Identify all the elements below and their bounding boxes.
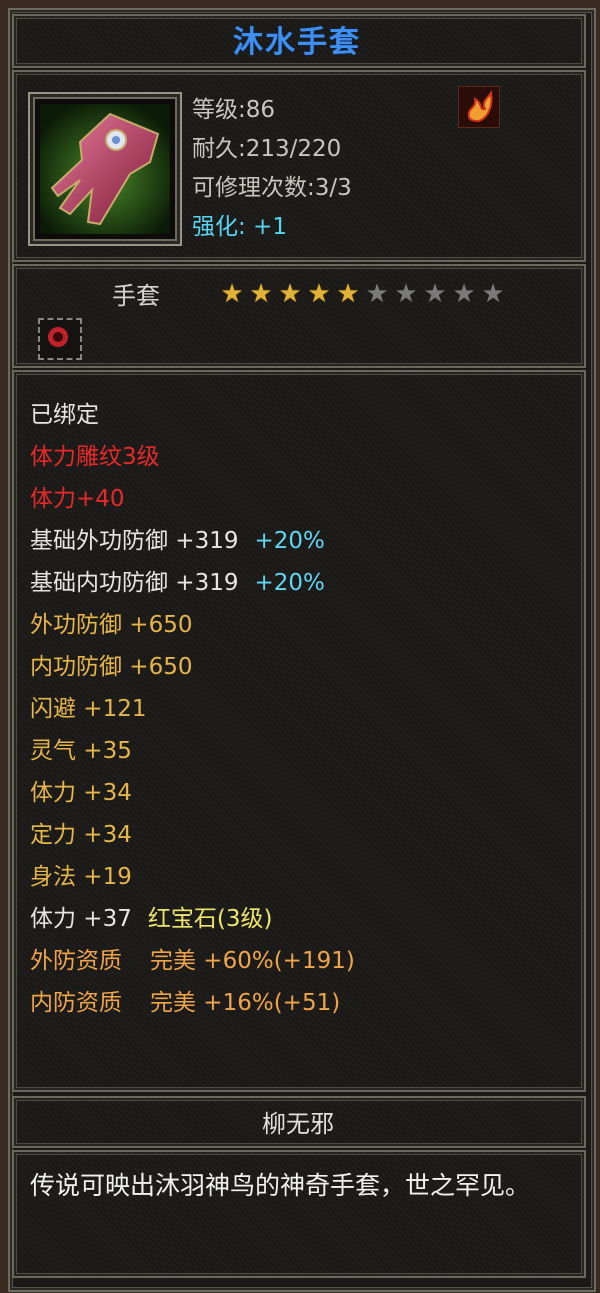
attribute-text: 体力 +37 [30,906,132,932]
attribute-text: 内功防御 +650 [30,654,193,680]
star-filled-icon: ★ [336,279,360,309]
star-filled-icon: ★ [220,279,244,309]
attribute-line: 外功防御 +650 [30,604,570,646]
attribute-line: 定力 +34 [30,814,570,856]
item-description: 传说可映出沐羽神鸟的神奇手套，世之罕见。 [30,1171,531,1200]
attribute-line: 体力 +37 红宝石(3级) [30,898,570,940]
attribute-text: 外功防御 +650 [30,612,193,638]
star-empty-icon: ★ [481,279,505,309]
owner-name: 柳无邪 [262,1109,334,1138]
item-durability: 耐久:213/220 [192,136,342,162]
attribute-line: 内功防御 +650 [30,646,570,688]
star-empty-icon: ★ [452,279,476,309]
attribute-text: 完美 +16%(+51) [150,990,341,1016]
attribute-text: 内防资质 [30,990,122,1016]
attribute-text: 体力 +34 [30,780,132,806]
item-title-bar: 沐水手套 [12,14,582,64]
attribute-text: 体力+40 [30,486,125,512]
item-repair-count: 可修理次数:3/3 [192,175,352,201]
attribute-text: 基础外功防御 +319 [30,528,239,554]
attribute-line: 外防资质 完美 +60%(+191) [30,940,570,982]
attribute-line: 闪避 +121 [30,688,570,730]
item-icon-slot[interactable] [28,92,182,246]
attribute-line: 灵气 +35 [30,730,570,772]
attribute-line: 体力 +34 [30,772,570,814]
attribute-line: 体力雕纹3级 [30,436,570,478]
attribute-line: 体力+40 [30,478,570,520]
attribute-line: 基础内功防御 +319 +20% [30,562,570,604]
item-enhance: 强化: +1 [192,214,287,240]
attribute-text: 外防资质 [30,948,122,974]
fire-element-icon [458,86,500,128]
attribute-line: 已绑定 [30,394,570,436]
attribute-text: 基础内功防御 +319 [30,570,239,596]
attribute-text: 定力 +34 [30,822,132,848]
bind-seal-icon [38,318,82,360]
attribute-text: 完美 +60%(+191) [150,948,355,974]
attribute-text: 闪避 +121 [30,696,147,722]
gauntlet-icon [40,104,170,234]
star-empty-icon: ★ [394,279,418,309]
attribute-text: 红宝石(3级) [147,906,273,932]
item-type: 手套 [112,282,160,310]
star-empty-icon: ★ [423,279,447,309]
attribute-text: +20% [254,570,325,596]
star-empty-icon: ★ [365,279,389,309]
attribute-text: 已绑定 [30,402,99,428]
attribute-text: 体力雕纹3级 [30,444,160,470]
attribute-line: 基础外功防御 +319 +20% [30,520,570,562]
attribute-text: 灵气 +35 [30,738,132,764]
attribute-text: +20% [254,528,325,554]
attribute-line: 内防资质 完美 +16%(+51) [30,982,570,1024]
star-filled-icon: ★ [278,279,302,309]
item-level: 等级:86 [192,97,276,123]
star-rating: ★ ★ ★ ★ ★ ★ ★ ★ ★ ★ [218,281,507,307]
star-filled-icon: ★ [307,279,331,309]
star-filled-icon: ★ [249,279,273,309]
attribute-list: 已绑定 体力雕纹3级 体力+40 基础外功防御 +319 +20% 基础内功防御 +319… [30,394,570,1024]
attribute-line: 身法 +19 [30,856,570,898]
item-name: 沐水手套 [233,25,361,60]
attribute-text: 身法 +19 [30,864,132,890]
